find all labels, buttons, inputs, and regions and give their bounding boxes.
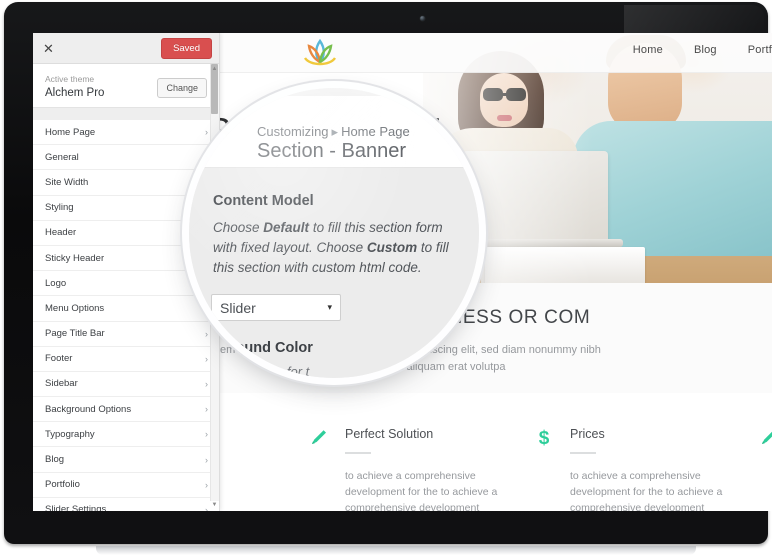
svg-text:$: $ xyxy=(539,428,550,447)
menu-label: Styling xyxy=(45,202,74,214)
content-model-heading: Content Model xyxy=(213,193,314,209)
feature-card: Perfect Solution to achieve a comprehens… xyxy=(309,427,524,511)
saved-button[interactable]: Saved xyxy=(161,37,212,59)
breadcrumb[interactable]: Customizing ▸ Home Page xyxy=(257,124,410,140)
chevron-right-icon: › xyxy=(205,454,208,465)
panel-title: Section - Banner xyxy=(257,140,406,162)
site-logo-icon[interactable] xyxy=(298,37,340,69)
sidebar-item-background-options[interactable]: Background Options › xyxy=(33,397,219,423)
feature-text: to achieve a comprehensive development f… xyxy=(345,470,498,511)
back-chevron-icon[interactable]: ‹ xyxy=(209,130,216,153)
chevron-right-icon: › xyxy=(205,504,208,511)
menu-label: Portfolio xyxy=(45,479,80,491)
menu-label: Menu Options xyxy=(45,302,105,314)
background-color-heading: kground Color xyxy=(213,340,313,356)
chevron-right-icon: › xyxy=(205,378,208,389)
scroll-down-icon[interactable]: ▼ xyxy=(211,501,218,510)
webcam-icon xyxy=(420,16,425,21)
feature-card: $ Prices to achieve a comprehensive deve… xyxy=(534,427,749,511)
feature-text: to achieve a comprehensive development f… xyxy=(570,470,723,511)
magnifier-lens: Content Model Choose Default to fill thi… xyxy=(189,88,479,378)
menu-label: Blog xyxy=(45,454,65,466)
select-value: Slider xyxy=(220,299,256,316)
menu-label: Footer xyxy=(45,353,73,365)
menu-label: General xyxy=(45,151,79,163)
device-base xyxy=(96,546,696,555)
feature-title: Prices xyxy=(570,427,605,441)
magnified-panel-header: ‹ Customizing ▸ Home Page Section - Banner xyxy=(189,96,479,168)
magnified-section-body: Content Model Choose Default to fill thi… xyxy=(189,168,479,378)
feature-divider xyxy=(570,452,596,454)
chevron-right-icon: › xyxy=(205,479,208,490)
nav-item-portfolio[interactable]: Portf xyxy=(748,44,772,56)
breadcrumb-root[interactable]: Customizing xyxy=(257,124,329,139)
breadcrumb-separator-icon: ▸ xyxy=(331,124,339,139)
sidebar-item-typography[interactable]: Typography › xyxy=(33,422,219,448)
menu-label: Logo xyxy=(45,277,67,289)
site-nav[interactable]: Home Blog Portf xyxy=(633,44,772,56)
feature-title: Perfect Solution xyxy=(345,427,434,441)
screen-content: T IS WHAT YOU uild beautiful site. Home … xyxy=(33,33,772,511)
menu-label: Sticky Header xyxy=(45,252,105,264)
chevron-right-icon: › xyxy=(205,429,208,440)
sidebar-item-blog[interactable]: Blog › xyxy=(33,447,219,473)
close-icon[interactable]: ✕ xyxy=(43,42,54,55)
chevron-right-icon: › xyxy=(205,404,208,415)
menu-label: Background Options xyxy=(45,403,132,415)
pencil-icon xyxy=(759,427,772,447)
pencil-icon xyxy=(309,427,329,447)
menu-label: Home Page xyxy=(45,126,96,138)
nav-item-home[interactable]: Home xyxy=(633,44,663,56)
menu-label: Site Width xyxy=(45,176,89,188)
magnifier-content: Content Model Choose Default to fill thi… xyxy=(189,88,479,378)
nav-item-blog[interactable]: Blog xyxy=(694,44,717,56)
menu-label: Slider Settings xyxy=(45,504,107,511)
menu-label: Page Title Bar xyxy=(45,328,105,340)
customizer-header: ✕ Saved xyxy=(33,33,219,64)
content-model-description: Choose Default to fill this section form… xyxy=(213,220,449,275)
scroll-up-icon[interactable]: ▲ xyxy=(211,65,218,74)
sidebar-item-slider-settings[interactable]: Slider Settings › xyxy=(33,497,219,511)
chevron-down-icon: ▾ xyxy=(327,302,332,312)
background-color-description: nd color for t xyxy=(237,364,310,378)
sidebar-item-portfolio[interactable]: Portfolio › xyxy=(33,472,219,498)
breadcrumb-current[interactable]: Home Page xyxy=(341,124,410,139)
laptop-device: T IS WHAT YOU uild beautiful site. Home … xyxy=(0,0,772,560)
content-model-select[interactable]: Slider ▾ xyxy=(211,294,341,321)
menu-label: Header xyxy=(45,227,77,239)
dollar-icon: $ xyxy=(534,427,554,449)
menu-label: Sidebar xyxy=(45,378,78,390)
feature-divider xyxy=(345,452,371,454)
menu-label: Typography xyxy=(45,428,95,440)
